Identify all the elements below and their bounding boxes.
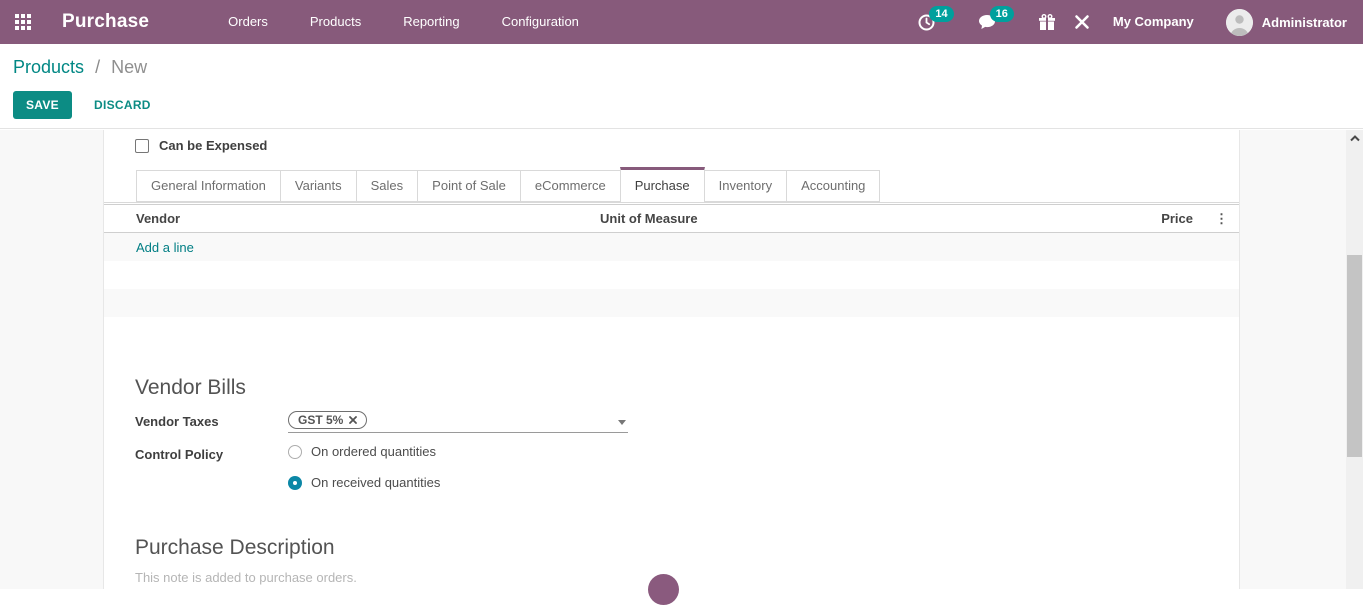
vertical-scrollbar[interactable] [1346, 130, 1363, 589]
can-be-expensed-checkbox[interactable] [135, 139, 149, 153]
can-be-expensed-field[interactable]: Can be Expensed [135, 138, 267, 153]
tools-button[interactable] [1065, 0, 1099, 44]
breadcrumb-current: New [111, 57, 147, 77]
tab-purchase[interactable]: Purchase [620, 167, 705, 203]
scrollbar-up-arrow[interactable] [1346, 130, 1363, 146]
gift-button[interactable] [1029, 0, 1065, 44]
add-a-line-link[interactable]: Add a line [104, 240, 194, 255]
dropdown-caret-icon[interactable] [618, 420, 626, 425]
tab-general-information[interactable]: General Information [136, 170, 280, 202]
scrollbar-thumb[interactable] [1347, 255, 1362, 457]
tab-inventory[interactable]: Inventory [705, 170, 786, 202]
messages-button[interactable]: 16 [969, 0, 1029, 44]
activity-count-badge: 14 [929, 6, 953, 22]
tab-sales[interactable]: Sales [356, 170, 418, 202]
tax-tag-label: GST 5% [298, 413, 343, 427]
user-menu[interactable]: Administrator [1208, 9, 1351, 36]
can-be-expensed-label: Can be Expensed [159, 138, 267, 153]
vendor-pricelist-table: Vendor Unit of Measure Price ⋮ Add a lin… [104, 204, 1239, 317]
apps-menu-button[interactable] [0, 0, 46, 44]
menu-orders[interactable]: Orders [207, 0, 289, 44]
table-row [104, 289, 1239, 317]
tab-ecommerce[interactable]: eCommerce [520, 170, 620, 202]
vendor-bills-heading: Vendor Bills [135, 376, 1208, 400]
table-row: Add a line [104, 233, 1239, 261]
app-title: Purchase [62, 11, 149, 33]
control-panel-buttons: SAVE DISCARD [13, 91, 1363, 119]
form-sheet: Can be Expensed General Information Vari… [103, 130, 1240, 589]
radio-unselected-icon[interactable] [288, 445, 302, 459]
table-options-icon[interactable]: ⋮ [1215, 211, 1239, 227]
message-count-badge: 16 [990, 6, 1014, 22]
user-name: Administrator [1262, 15, 1347, 30]
table-row [104, 261, 1239, 289]
breadcrumb: Products / New [13, 57, 1363, 78]
radio-on-received-quantities[interactable]: On received quantities [288, 475, 440, 490]
radio-on-ordered-quantities[interactable]: On ordered quantities [288, 444, 440, 459]
notebook-tabs: General Information Variants Sales Point… [104, 169, 1239, 203]
control-policy-label: Control Policy [135, 444, 288, 462]
control-policy-field: Control Policy On ordered quantities On … [135, 444, 1208, 490]
menu-configuration[interactable]: Configuration [481, 0, 600, 44]
tools-cross-icon [1074, 14, 1090, 30]
menu-products[interactable]: Products [289, 0, 382, 44]
livechat-button[interactable] [648, 574, 679, 605]
breadcrumb-products-link[interactable]: Products [13, 57, 84, 77]
discard-button[interactable]: DISCARD [86, 91, 159, 119]
menu-reporting[interactable]: Reporting [382, 0, 480, 44]
vendor-taxes-label: Vendor Taxes [135, 411, 288, 429]
company-switcher[interactable]: My Company [1099, 0, 1208, 44]
apps-grid-icon [15, 14, 31, 30]
tab-accounting[interactable]: Accounting [786, 170, 880, 202]
vendor-taxes-input[interactable]: GST 5% [288, 411, 628, 433]
gift-icon [1038, 14, 1056, 31]
table-header-row: Vendor Unit of Measure Price ⋮ [104, 204, 1239, 233]
purchase-description-heading: Purchase Description [135, 536, 1208, 560]
vendor-bills-section: Vendor Bills Vendor Taxes GST 5% [135, 376, 1208, 490]
tab-variants[interactable]: Variants [280, 170, 356, 202]
tax-tag-remove-icon[interactable] [349, 416, 357, 424]
radio-selected-icon[interactable] [288, 476, 302, 490]
content-area: Can be Expensed General Information Vari… [0, 130, 1346, 589]
main-menu: Orders Products Reporting Configuration [207, 0, 600, 44]
top-navbar: Purchase Orders Products Reporting Confi… [0, 0, 1363, 44]
control-policy-options: On ordered quantities On received quanti… [288, 444, 440, 490]
activities-button[interactable]: 14 [909, 0, 968, 44]
column-header-vendor: Vendor [104, 211, 513, 226]
control-panel: Products / New SAVE DISCARD [0, 44, 1363, 129]
user-avatar [1226, 9, 1253, 36]
navbar-left: Purchase Orders Products Reporting Confi… [0, 0, 600, 44]
navbar-right: 14 16 [909, 0, 1363, 44]
save-button[interactable]: SAVE [13, 91, 72, 119]
tax-tag: GST 5% [288, 411, 367, 429]
tab-point-of-sale[interactable]: Point of Sale [417, 170, 520, 202]
column-header-unit-of-measure: Unit of Measure [513, 211, 785, 226]
column-header-price: Price [785, 211, 1215, 226]
breadcrumb-separator: / [95, 57, 100, 77]
vendor-taxes-field: Vendor Taxes GST 5% [135, 411, 1208, 433]
